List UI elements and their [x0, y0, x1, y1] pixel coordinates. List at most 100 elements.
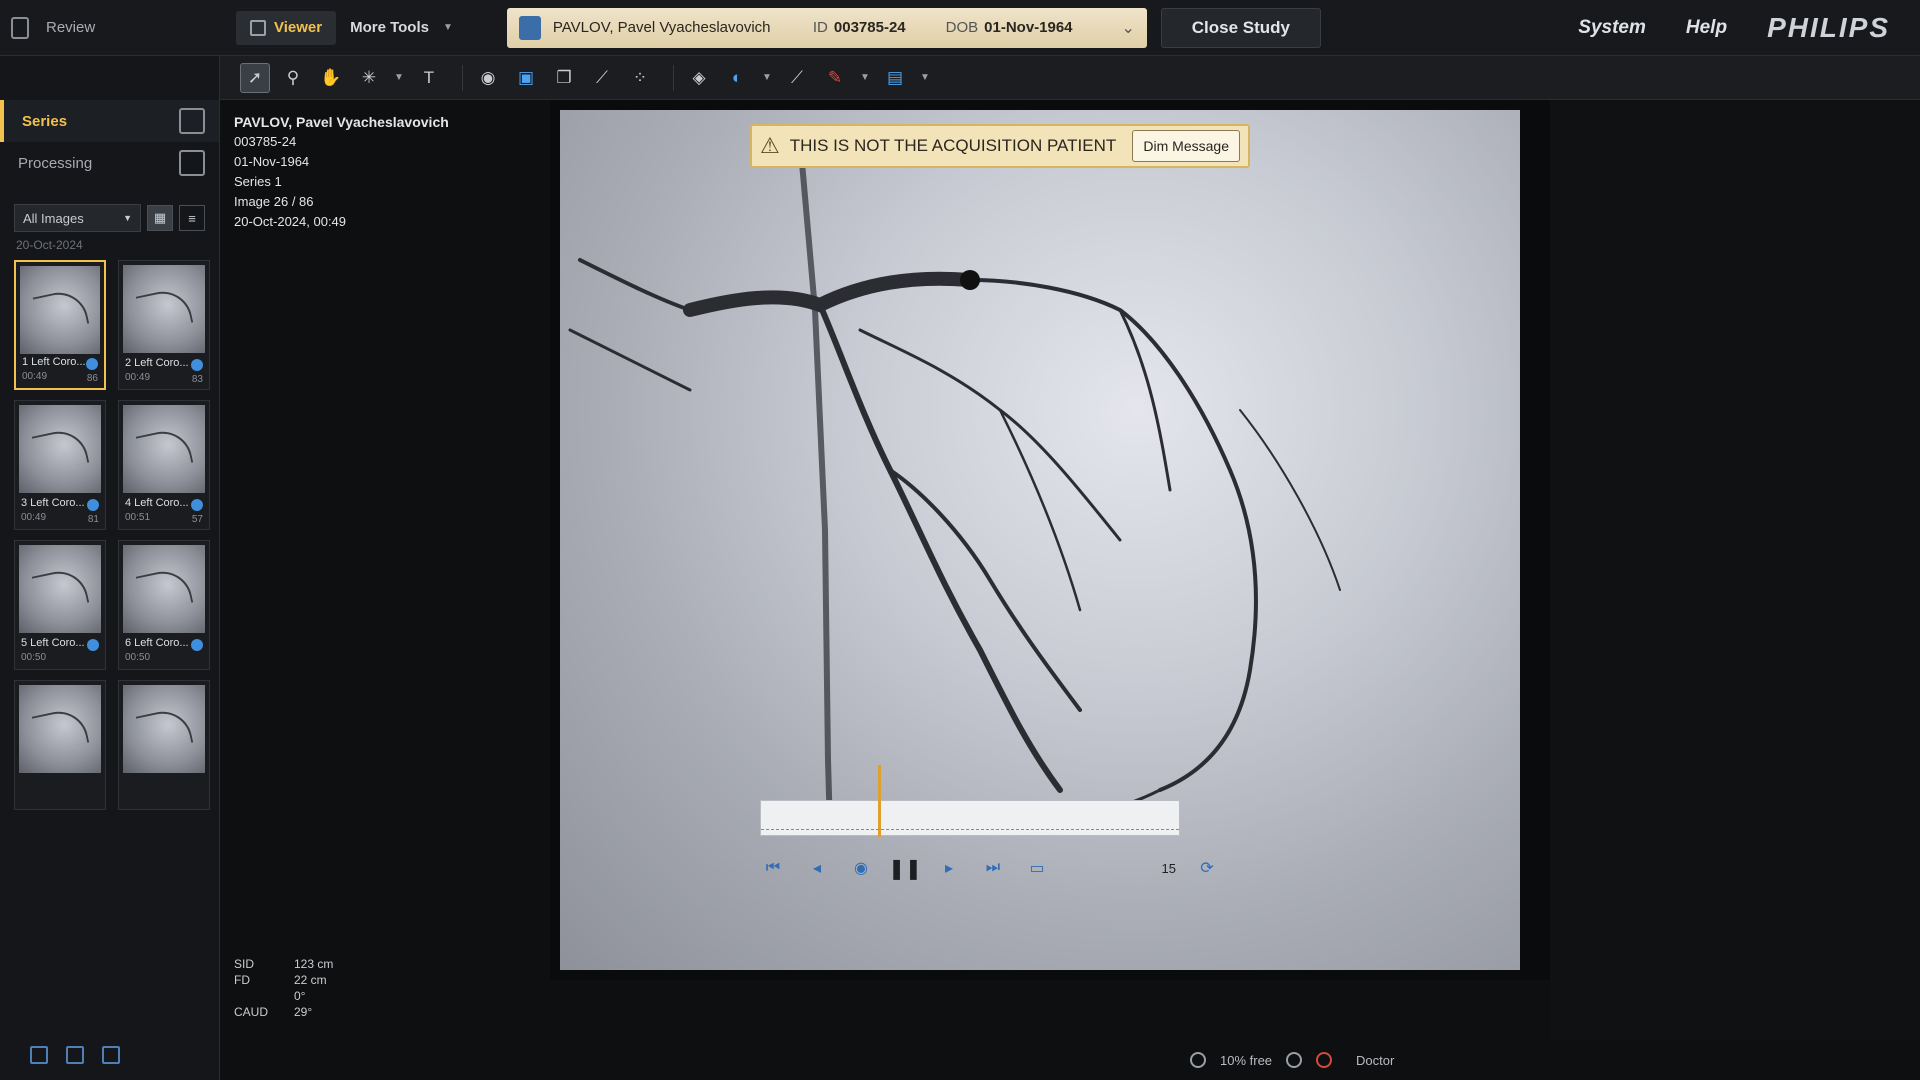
status-bar: 10% free Doctor	[550, 1040, 1920, 1080]
frame-ticks	[761, 829, 1179, 835]
thumbnail-time: 00:51	[125, 512, 151, 523]
right-panel	[1550, 100, 1920, 1040]
series-thumbnail[interactable]: 5 Left Coro... 00:50	[14, 540, 106, 670]
patient-id: 003785-24	[833, 19, 906, 36]
prev-frame-icon[interactable]: ◂	[804, 855, 830, 881]
patient-icon	[518, 15, 541, 40]
patient-dob-label: DOB	[945, 19, 979, 36]
caud-value: 29°	[294, 1005, 313, 1019]
overlay-icon[interactable]: ▣	[511, 63, 541, 93]
caud-label: CAUD	[234, 1005, 269, 1019]
warning-banner: ⚠ THIS IS NOT THE ACQUISITION PATIENT Di…	[750, 124, 1250, 168]
patient-dob: 01-Nov-1964	[984, 19, 1073, 36]
measure-icon[interactable]: ⟋	[782, 63, 812, 93]
next-frame-icon[interactable]: ▸	[936, 855, 962, 881]
image-filter-select[interactable]: All Images ▼	[14, 204, 141, 232]
thumbnail-image	[19, 685, 101, 773]
series-thumbnail[interactable]: 6 Left Coro... 00:50	[118, 540, 210, 670]
series-badge-icon	[87, 499, 99, 511]
close-study-button[interactable]: Close Study	[1160, 7, 1321, 48]
zoom-icon[interactable]: ⚲	[278, 63, 308, 93]
patient-banner[interactable]: PAVLOV, Pavel Vyacheslavovich ID 003785-…	[506, 7, 1147, 48]
network-icon	[1286, 1052, 1303, 1068]
cine-scrubber[interactable]	[760, 765, 1180, 837]
snapshot-icon[interactable]: ◉	[473, 63, 503, 93]
sidebar-item-series[interactable]: Series	[0, 100, 219, 142]
viewer-icon	[250, 19, 266, 36]
thumbnail-image	[123, 405, 205, 493]
grid-icon[interactable]: ⁘	[625, 63, 655, 93]
image-filter-value: All Images	[23, 210, 84, 226]
loop-icon[interactable]: ⟳	[1194, 855, 1220, 881]
sidebar-item-processing[interactable]: Processing	[0, 142, 219, 184]
dim-message-button[interactable]: Dim Message	[1132, 130, 1240, 162]
fd-label: FD	[234, 973, 250, 987]
chevron-down-icon[interactable]: ▼	[392, 63, 406, 93]
filter-row: All Images ▼ ▦ ≡	[14, 204, 205, 232]
thumbnail-image	[19, 545, 101, 633]
import-icon[interactable]	[30, 1046, 48, 1064]
patient-name: PAVLOV, Pavel Vyacheslavovich	[552, 19, 771, 36]
system-menu[interactable]: System	[1578, 17, 1646, 39]
warning-text: THIS IS NOT THE ACQUISITION PATIENT	[789, 136, 1117, 155]
series-thumbnail[interactable]	[14, 680, 106, 810]
playhead[interactable]	[878, 765, 881, 837]
user-role: Doctor	[1356, 1052, 1395, 1068]
chevron-down-icon[interactable]: ▼	[858, 63, 872, 93]
thumbnail-count: 83	[191, 374, 203, 385]
chevron-down-icon[interactable]: ▼	[918, 63, 932, 93]
fd-value: 22 cm	[294, 973, 327, 987]
series-thumbnail[interactable]: 2 Left Coro... 00:49 83	[118, 260, 210, 390]
shutter-icon[interactable]: ◐	[722, 63, 752, 93]
angiogram-image[interactable]: ⚠ THIS IS NOT THE ACQUISITION PATIENT Di…	[560, 110, 1520, 970]
select-icon[interactable]: ➚	[240, 62, 270, 93]
info-patient-id: 003785-24	[234, 134, 297, 149]
display-icon[interactable]: ▤	[880, 63, 910, 93]
print-icon[interactable]	[66, 1046, 84, 1064]
image-viewport[interactable]: ⚠ THIS IS NOT THE ACQUISITION PATIENT Di…	[550, 100, 1550, 980]
thumbnail-image	[20, 266, 100, 354]
pause-icon[interactable]: ❚❚	[888, 855, 922, 881]
first-frame-icon[interactable]: ⏮	[760, 855, 786, 881]
snapshot-icon[interactable]: ◉	[848, 855, 874, 881]
ruler-icon[interactable]: ⟋	[587, 63, 617, 93]
divider	[673, 64, 674, 91]
list-view-icon[interactable]: ≡	[179, 205, 205, 231]
tab-viewer[interactable]: Viewer	[236, 10, 337, 45]
folder-icon[interactable]: ▭	[1024, 855, 1050, 881]
grid-view-icon[interactable]: ▦	[147, 205, 173, 231]
info-image-index: Image 26 / 86	[234, 194, 314, 209]
series-thumbnail[interactable]: 4 Left Coro... 00:51 57	[118, 400, 210, 530]
app-icon[interactable]	[0, 0, 40, 56]
processing-icon[interactable]	[179, 150, 205, 176]
layers-icon[interactable]: ◈	[684, 63, 714, 93]
help-menu[interactable]: Help	[1686, 17, 1727, 39]
thumbnail-count: 86	[86, 373, 98, 384]
series-thumbnail[interactable]	[118, 680, 210, 810]
alert-icon[interactable]	[1316, 1052, 1333, 1068]
series-thumbnail[interactable]: 3 Left Coro... 00:49 81	[14, 400, 106, 530]
contrast-icon[interactable]: ✳	[354, 63, 384, 93]
thumbnail-caption: 1 Left Coro...	[22, 356, 86, 368]
series-badge-icon	[191, 639, 203, 651]
copy-icon[interactable]: ❐	[549, 63, 579, 93]
brand-logo: PHILIPS	[1767, 11, 1890, 43]
tab-more-tools[interactable]: More Tools ▼	[336, 11, 467, 45]
pan-icon[interactable]: ✋	[316, 63, 346, 93]
chevron-down-icon[interactable]: ▼	[760, 63, 774, 93]
info-datetime: 20-Oct-2024, 00:49	[234, 214, 347, 229]
last-frame-icon[interactable]: ⏭	[980, 855, 1006, 881]
archive-icon[interactable]	[102, 1046, 120, 1064]
chevron-down-icon[interactable]: ⌄	[1121, 18, 1134, 38]
export-icon[interactable]	[179, 108, 205, 134]
marker-icon[interactable]: ✎	[820, 63, 850, 93]
info-series: Series 1	[234, 174, 282, 189]
sidebar-footer	[30, 1046, 120, 1064]
sidebar-item-label: Series	[22, 112, 68, 130]
series-thumbnail[interactable]: 1 Left Coro... 00:49 86	[14, 260, 106, 390]
tab-viewer-label: Viewer	[274, 19, 323, 36]
text-icon[interactable]: T	[414, 63, 444, 93]
chevron-down-icon: ▼	[123, 213, 132, 223]
frame-rate[interactable]: 15	[1162, 861, 1176, 876]
sid-value: 123 cm	[294, 957, 334, 971]
